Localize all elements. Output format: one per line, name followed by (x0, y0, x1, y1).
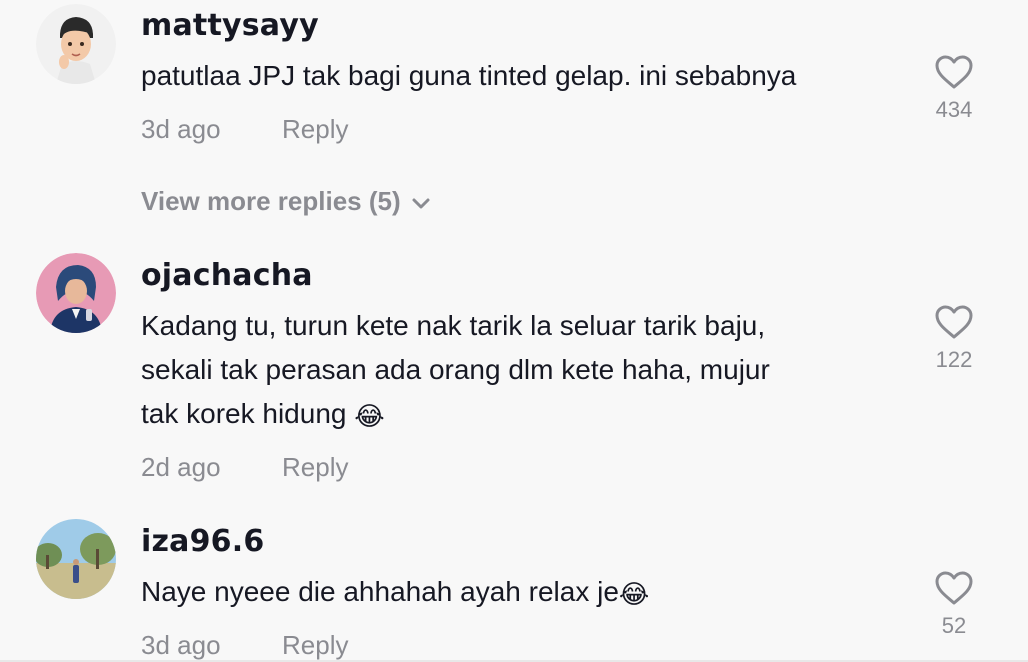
avatar[interactable] (36, 519, 116, 599)
comment-timestamp: 3d ago (141, 630, 221, 660)
heart-outline-icon[interactable] (934, 304, 974, 340)
like-control: 52 (914, 570, 994, 638)
like-count: 122 (935, 347, 973, 372)
avatar[interactable] (36, 253, 116, 333)
comment-text: Naye nyeee die ahhahah ayah relax je😂 (141, 570, 649, 614)
comment-username[interactable]: iza96.6 (141, 525, 264, 559)
tears-of-joy-emoji: 😂 (618, 579, 650, 609)
comment-text-fragment: Naye nyeee die ahhahah ayah relax je (141, 576, 619, 607)
view-more-replies-button[interactable]: View more replies (5) (141, 186, 431, 216)
reply-button[interactable]: Reply (282, 630, 348, 660)
like-count: 52 (941, 613, 967, 638)
tears-of-joy-emoji: 😂 (354, 401, 385, 431)
comment-timestamp: 2d ago (141, 452, 221, 482)
like-count: 434 (935, 97, 973, 122)
memoji-avatar-image (36, 4, 116, 84)
view-more-replies-label: View more replies (5) (141, 186, 401, 216)
chevron-down-icon (412, 198, 430, 209)
avatar[interactable] (36, 4, 116, 84)
comment-username[interactable]: mattysayy (141, 9, 319, 43)
landscape-photo-avatar-image (36, 519, 116, 599)
comment-text-line: tak korek hidung 😂 (141, 392, 385, 436)
heart-outline-icon[interactable] (934, 54, 974, 90)
comment-timestamp: 3d ago (141, 114, 221, 144)
comment-text: patutlaa JPJ tak bagi guna tinted gelap.… (141, 60, 797, 91)
like-control: 434 (914, 54, 994, 122)
heart-outline-icon[interactable] (934, 570, 974, 606)
profile-photo-avatar-image (36, 253, 116, 333)
reply-button[interactable]: Reply (282, 452, 348, 482)
comment-username[interactable]: ojachacha (141, 259, 313, 293)
comment-text-fragment: tak korek hidung (141, 398, 347, 429)
comment-text-line: Kadang tu, turun kete nak tarik la selua… (141, 310, 766, 341)
comment-text-line: sekali tak perasan ada orang dlm kete ha… (141, 354, 770, 385)
comments-page: mattysayy patutlaa JPJ tak bagi guna tin… (0, 0, 1028, 662)
reply-button[interactable]: Reply (282, 114, 348, 144)
like-control: 122 (914, 304, 994, 372)
